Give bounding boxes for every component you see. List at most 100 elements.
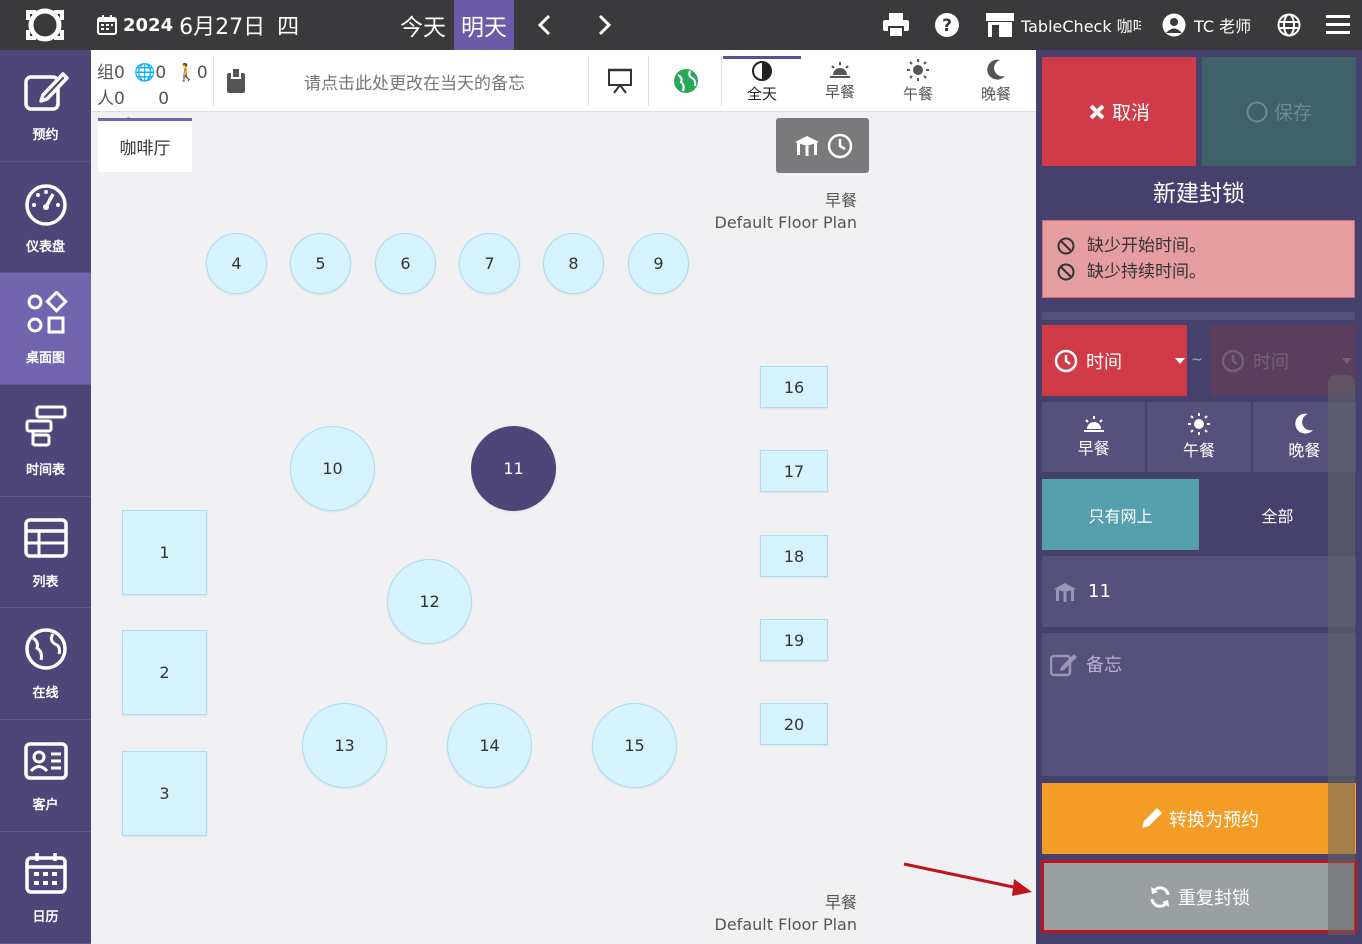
print-button[interactable]: [882, 0, 910, 50]
tomorrow-button[interactable]: 明天: [454, 0, 514, 50]
online-only-button[interactable]: 只有网上: [1042, 479, 1199, 550]
tab-all-day[interactable]: 全天: [723, 56, 801, 106]
language-button[interactable]: [1277, 0, 1301, 50]
sidebar-item-list[interactable]: 列表: [0, 497, 91, 609]
table-17[interactable]: 17: [760, 450, 828, 492]
error-row: 缺少持续时间。: [1057, 259, 1354, 285]
sidebar-item-floorplan[interactable]: 桌面图: [0, 273, 91, 386]
shapes-icon: [27, 291, 68, 334]
refresh-icon: [1150, 885, 1170, 908]
table-18[interactable]: 18: [760, 535, 828, 577]
sidebar-item-label: 仪表盘: [25, 239, 65, 255]
sidebar-item-customers[interactable]: 客户: [0, 720, 91, 832]
groups-count: 0: [114, 63, 125, 83]
repeat-label: 重复封锁: [1178, 887, 1250, 909]
floor-view-toggle-button[interactable]: [776, 118, 869, 173]
table-14[interactable]: 14: [447, 703, 532, 788]
circle-icon: [1246, 101, 1268, 122]
store-name: TableCheck 咖啡: [1021, 17, 1141, 36]
daily-memo[interactable]: 请点击此处更改在当天的备忘: [213, 56, 589, 106]
groups-label: 组: [97, 63, 114, 83]
edit-icon: [23, 72, 69, 111]
meal-lunch-button[interactable]: 午餐: [1147, 402, 1251, 472]
online-status-button[interactable]: [650, 56, 722, 106]
save-label: 保存: [1273, 102, 1312, 124]
floor-meal-label: 早餐: [824, 893, 857, 912]
tab-breakfast[interactable]: 早餐: [801, 56, 879, 106]
hamburger-menu-button[interactable]: [1326, 0, 1350, 50]
table-field[interactable]: 11: [1042, 556, 1356, 627]
close-icon: [1089, 104, 1105, 119]
people-label: 人: [97, 89, 114, 109]
repeat-block-button[interactable]: 重复封锁: [1041, 860, 1357, 933]
sidebar-item-online[interactable]: 在线: [0, 608, 91, 721]
table-11[interactable]: 11: [471, 426, 556, 511]
table-icon: [23, 517, 68, 558]
table-19[interactable]: 19: [760, 619, 828, 661]
sidebar-item-label: 预约: [32, 127, 59, 143]
table-16[interactable]: 16: [760, 366, 828, 408]
ban-icon: [1057, 263, 1075, 281]
table-8[interactable]: 8: [543, 233, 604, 294]
today-button[interactable]: 今天: [392, 0, 454, 50]
sidebar-item-calendar[interactable]: 日历: [0, 832, 91, 944]
table-1[interactable]: 1: [122, 510, 207, 595]
chevron-right-icon[interactable]: [589, 10, 619, 40]
help-button[interactable]: ?: [934, 0, 960, 50]
convert-label: 转换为预约: [1169, 809, 1259, 831]
sidebar-item-label: 客户: [32, 797, 59, 813]
store-selector[interactable]: TableCheck 咖啡: [985, 0, 1141, 50]
convert-to-reservation-button[interactable]: 转换为预约: [1042, 783, 1356, 854]
sidebar-item-dashboard[interactable]: 仪表盘: [0, 162, 91, 274]
note-textarea[interactable]: 备忘: [1042, 633, 1356, 776]
table-6[interactable]: 6: [375, 233, 436, 294]
user-menu[interactable]: TC 老师: [1162, 0, 1251, 50]
floor-plan-label: Default Floor Plan: [714, 915, 857, 934]
online-icon: 🌐: [134, 63, 156, 83]
time-range-separator: ~: [1191, 352, 1203, 368]
presentation-button[interactable]: [592, 56, 649, 106]
sidebar-item-reservation[interactable]: 预约: [0, 50, 91, 162]
table-12[interactable]: 12: [387, 559, 472, 644]
start-time-select[interactable]: 时间: [1042, 325, 1187, 396]
chevron-left-icon[interactable]: [530, 10, 560, 40]
tablecheck-logo-icon[interactable]: [22, 6, 68, 44]
table-10[interactable]: 10: [290, 426, 375, 511]
table-3[interactable]: 3: [122, 751, 207, 836]
meal-label: 晚餐: [1288, 441, 1321, 460]
panel-title: 新建封锁: [1153, 181, 1245, 207]
table-13[interactable]: 13: [302, 703, 387, 788]
table-4[interactable]: 4: [206, 233, 267, 294]
caret-down-icon: [1342, 357, 1352, 364]
table-2[interactable]: 2: [122, 630, 207, 715]
date-picker[interactable]: 2024 6月27日 四: [97, 0, 299, 50]
table-7[interactable]: 7: [459, 233, 520, 294]
clock-icon: [1054, 349, 1078, 372]
svg-text:?: ?: [942, 16, 952, 36]
table-20[interactable]: 20: [760, 703, 828, 745]
walkin-count: 0: [196, 63, 208, 83]
room-tab-cafe[interactable]: 咖啡厅: [98, 118, 192, 172]
block-panel: 取消 保存 新建封锁 缺少开始时间。 缺少持续时间。 时间 ~ 时间 早餐 午餐…: [1036, 50, 1362, 944]
table-9[interactable]: 9: [628, 233, 689, 294]
contact-card-icon: [23, 742, 68, 780]
date-weekday: 四: [277, 15, 300, 40]
table-15[interactable]: 15: [592, 703, 677, 788]
tab-label: 晚餐: [980, 84, 1011, 103]
meal-breakfast-button[interactable]: 早餐: [1042, 402, 1146, 472]
tab-dinner[interactable]: 晚餐: [957, 56, 1035, 106]
annotation-arrow-icon: [903, 862, 1032, 896]
sidebar-item-timetable[interactable]: 时间表: [0, 385, 91, 497]
start-time-placeholder: 时间: [1086, 351, 1122, 373]
panel-scrollbar[interactable]: [1328, 375, 1355, 935]
save-button[interactable]: 保存: [1202, 57, 1356, 166]
calendar-icon: [24, 852, 67, 894]
cancel-button[interactable]: 取消: [1042, 57, 1196, 166]
tab-label: 全天: [746, 85, 777, 103]
memo-placeholder: 请点击此处更改在当天的备忘: [304, 73, 525, 94]
tab-lunch[interactable]: 午餐: [879, 56, 957, 106]
online-filter: 只有网上 全部: [1042, 479, 1356, 550]
table-5[interactable]: 5: [290, 233, 351, 294]
table-value: 11: [1088, 581, 1111, 602]
panel-divider: [1042, 312, 1355, 320]
